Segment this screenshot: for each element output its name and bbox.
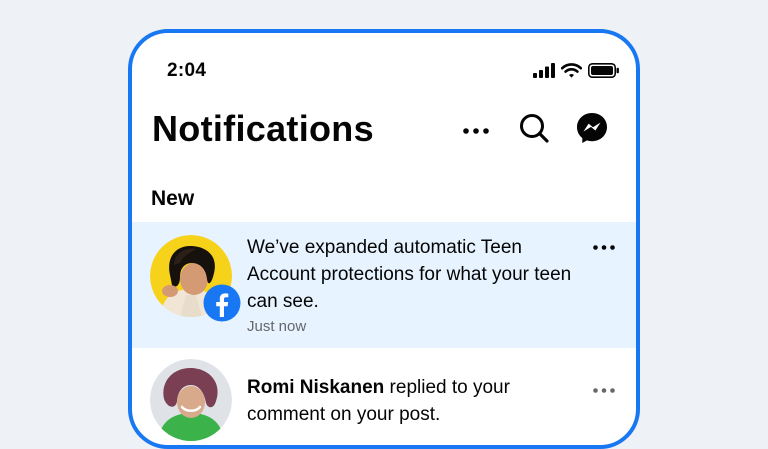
notification-sender: Romi Niskanen	[247, 377, 385, 398]
messenger-icon	[575, 111, 609, 150]
section-heading-new: New	[151, 187, 195, 210]
notification-item[interactable]: Romi Niskanen replied to your comment on…	[132, 349, 636, 445]
status-time: 2:04	[167, 60, 207, 81]
notification-more-button[interactable]	[590, 379, 618, 399]
page-title: Notifications	[152, 108, 374, 149]
facebook-icon	[203, 284, 241, 322]
search-button[interactable]	[515, 111, 553, 149]
more-options-icon	[593, 237, 615, 255]
more-options-icon	[593, 380, 615, 398]
notification-more-button[interactable]	[590, 236, 618, 256]
messenger-button[interactable]	[573, 111, 611, 149]
search-icon	[518, 112, 550, 149]
cellular-signal-icon	[533, 63, 555, 83]
notification-avatar-wrap	[150, 235, 241, 322]
notification-time: Just now	[247, 318, 307, 335]
notification-text: Romi Niskanen replied to your comment on…	[247, 374, 574, 428]
avatar	[150, 359, 232, 441]
notification-text: We’ve expanded automatic Teen Account pr…	[247, 237, 572, 312]
notification-item[interactable]: We’ve expanded automatic Teen Account pr…	[132, 222, 636, 348]
notification-avatar-wrap	[150, 359, 232, 441]
header-actions	[457, 110, 611, 150]
battery-icon	[588, 63, 620, 83]
status-icons	[533, 63, 620, 83]
wifi-icon	[560, 63, 583, 83]
phone-frame: 2:04 Notifications New We’ve expanded au…	[128, 29, 640, 449]
more-options-button[interactable]	[457, 111, 495, 149]
more-options-icon	[463, 121, 489, 139]
